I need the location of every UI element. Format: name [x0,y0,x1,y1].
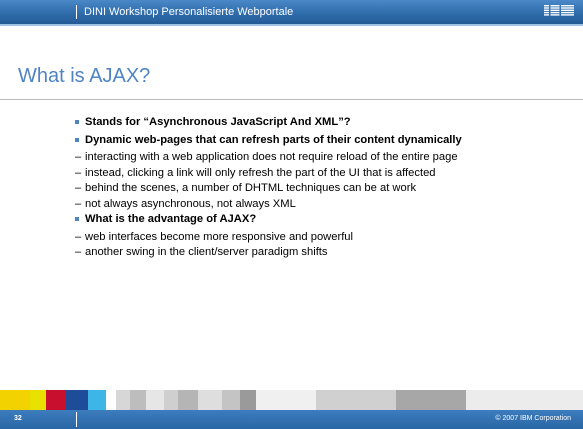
copyright-text: © 2007 IBM Corporation [495,415,571,422]
sub-bullet-text: web interfaces become more responsive an… [85,230,354,243]
header-bar: DINI Workshop Personalisierte Webportale [0,0,583,24]
stripe-block [466,390,583,410]
stripe-block [256,390,316,410]
sub-bullet-item: – instead, clicking a link will only refr… [75,167,545,180]
header-divider [76,5,77,19]
footer-color-stripe [0,390,583,410]
bullet-square-icon [75,217,79,221]
dash-marker: – [75,182,82,194]
stripe-block [66,390,88,410]
stripe-block [146,390,164,410]
sub-bullet-item: – another swing in the client/server para… [75,246,545,259]
bullet-item: What is the advantage of AJAX? [75,213,545,226]
stripe-block [46,390,66,410]
stripe-block [396,390,466,410]
stripe-block [178,390,198,410]
sub-bullet-item: – behind the scenes, a number of DHTML te… [75,182,545,195]
ibm-logo [544,5,574,16]
page-number: 32 [14,415,22,422]
bullet-item: Stands for “Asynchronous JavaScript And … [75,116,545,129]
sub-bullet-text: behind the scenes, a number of DHTML tec… [85,182,417,194]
stripe-block [116,390,130,410]
stripe-block [164,390,178,410]
footer-bar: 32 © 2007 IBM Corporation [0,410,583,429]
bullet-text: Stands for “Asynchronous JavaScript And … [85,116,351,128]
stripe-block [0,390,30,410]
stripe-block [130,390,146,410]
header-underline [0,24,583,26]
bullet-item: Dynamic web-pages that can refresh parts… [75,134,545,147]
dash-marker: – [75,246,82,258]
header-title: DINI Workshop Personalisierte Webportale [84,6,294,18]
stripe-block [316,390,396,410]
footer-divider [76,412,77,427]
dash-marker: – [75,166,82,179]
slide-content: Stands for “Asynchronous JavaScript And … [75,116,545,262]
sub-bullet-text: another swing in the client/server parad… [85,246,328,258]
stripe-block [88,390,106,410]
bullet-square-icon [75,137,79,142]
dash-marker: – [75,230,82,243]
sub-bullet-text: not always asynchronous, not always XML [85,197,296,210]
stripe-block [30,390,46,410]
sub-bullet-text: interacting with a web application does … [85,151,458,163]
stripe-block [198,390,222,410]
sub-bullet-item: – web interfaces become more responsive a… [75,231,545,244]
stripe-block [106,390,116,410]
slide: DINI Workshop Personalisierte Webportale [0,0,583,429]
sub-bullet-text: instead, clicking a link will only refre… [85,166,436,179]
dash-marker: – [75,151,82,163]
stripe-block [222,390,240,410]
bullet-text: Dynamic web-pages that can refresh parts… [85,133,462,146]
dash-marker: – [75,197,82,210]
bullet-text: What is the advantage of AJAX? [85,213,257,225]
sub-bullet-item: – not always asynchronous, not always XML [75,198,545,211]
slide-title: What is AJAX? [18,65,151,87]
bullet-square-icon [75,120,79,124]
sub-bullet-item: – interacting with a web application does… [75,151,545,164]
title-rule [0,99,583,100]
stripe-block [240,390,256,410]
